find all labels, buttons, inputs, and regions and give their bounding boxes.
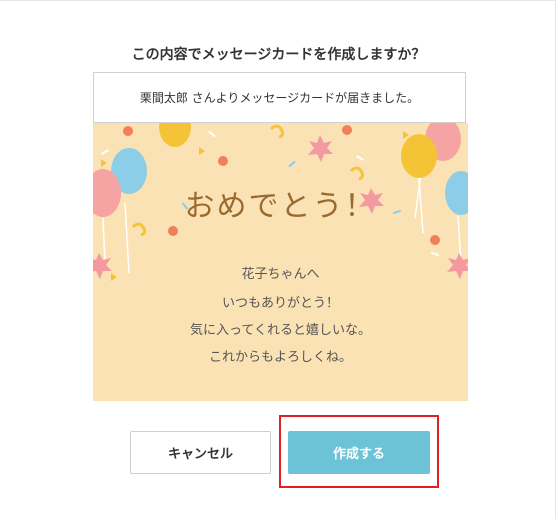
card-recipient: 花子ちゃんへ bbox=[241, 267, 320, 282]
create-button[interactable]: 作成する bbox=[288, 431, 430, 474]
confetti-dot bbox=[218, 156, 228, 166]
sender-message-box: 栗間太郎 さんよりメッセージカードが届きました。 bbox=[93, 72, 466, 123]
star-burst bbox=[308, 135, 333, 162]
balloon-yellow bbox=[401, 134, 437, 178]
confetti-dot bbox=[342, 125, 352, 135]
dialog-title: この内容でメッセージカードを作成しますか？ bbox=[131, 47, 426, 63]
card-heading: おめでとう！ bbox=[184, 189, 377, 224]
message-card-preview: おめでとう！ 花子ちゃんへ いつもありがとう！ 気に入ってくれると嬉しいな。 こ… bbox=[93, 123, 468, 401]
confetti-dot bbox=[123, 126, 133, 136]
card-line: 気に入ってくれると嬉しいな。 bbox=[190, 323, 371, 338]
sender-message-text: 栗間太郎 さんよりメッセージカードが届きました。 bbox=[139, 91, 420, 105]
card-line: これからもよろしくね。 bbox=[208, 350, 352, 365]
confirm-dialog: この内容でメッセージカードを作成しますか？ 栗間太郎 さんよりメッセージカードが… bbox=[0, 0, 556, 519]
balloon-yellow bbox=[159, 123, 191, 147]
cancel-button[interactable]: キャンセル bbox=[130, 431, 271, 474]
card-line: いつもありがとう！ bbox=[221, 296, 339, 311]
confetti-dot bbox=[168, 226, 178, 236]
confetti-dot bbox=[430, 235, 440, 245]
